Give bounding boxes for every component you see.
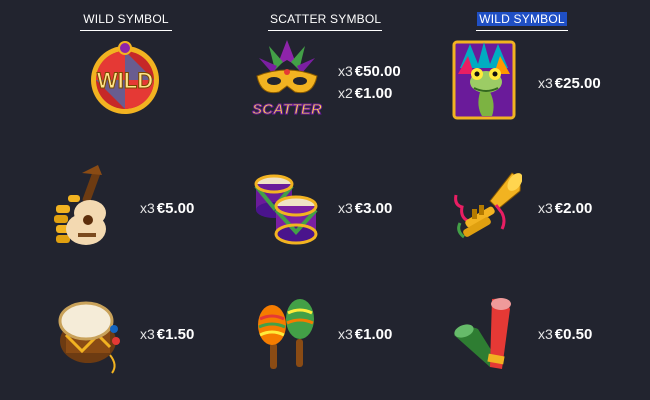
scatter-text: SCATTER xyxy=(252,101,322,118)
header-wild-symbol-selected: WILD SYMBOL xyxy=(476,12,568,31)
header-underline xyxy=(80,30,172,31)
frog-wild-icon xyxy=(452,38,532,120)
trumpet-icon xyxy=(450,165,530,245)
carnival-mask-scatter-icon: SCATTER xyxy=(247,36,327,119)
tambourine-paytable: x3 €1.50 xyxy=(140,323,194,345)
pay-row: x3 €2.00 xyxy=(538,197,592,219)
header-label: SCATTER SYMBOL xyxy=(270,12,382,26)
pay-multiplier: x3 xyxy=(338,200,353,216)
horns-paytable: x3 €0.50 xyxy=(538,323,592,345)
pay-multiplier: x3 xyxy=(140,326,155,342)
trumpet-paytable: x3 €2.00 xyxy=(538,197,592,219)
pay-row: x3 €1.00 xyxy=(338,323,392,345)
pay-amount: €2.00 xyxy=(554,200,593,217)
pay-row: x2 €1.00 xyxy=(338,82,401,104)
pay-amount: €25.00 xyxy=(554,75,601,92)
scatter-paytable: x3 €50.00 x2 €1.00 xyxy=(338,60,401,104)
wild-text: WILD xyxy=(97,68,153,93)
maracas-paytable: x3 €1.00 xyxy=(338,323,392,345)
pay-multiplier: x3 xyxy=(538,200,553,216)
guitar-icon xyxy=(52,165,132,245)
wild-medallion-icon: WILD xyxy=(85,38,165,118)
pay-amount: €1.00 xyxy=(354,85,393,102)
header-wild-symbol: WILD SYMBOL xyxy=(80,12,172,31)
pay-multiplier: x3 xyxy=(538,75,553,91)
pay-multiplier: x3 xyxy=(140,200,155,216)
header-underline xyxy=(268,30,382,31)
pay-multiplier: x2 xyxy=(338,85,353,101)
drums-paytable: x3 €3.00 xyxy=(338,197,392,219)
pay-row: x3 €3.00 xyxy=(338,197,392,219)
pay-multiplier: x3 xyxy=(338,326,353,342)
pay-row: x3 €0.50 xyxy=(538,323,592,345)
guitar-paytable: x3 €5.00 xyxy=(140,197,194,219)
header-scatter-symbol: SCATTER SYMBOL xyxy=(268,12,382,31)
pay-row: x3 €5.00 xyxy=(140,197,194,219)
tambourine-drum-icon xyxy=(52,295,132,375)
party-horns-icon xyxy=(450,295,530,375)
pay-amount: €5.00 xyxy=(156,200,195,217)
pay-multiplier: x3 xyxy=(338,63,353,79)
pay-amount: €50.00 xyxy=(354,63,401,80)
frog-paytable: x3 €25.00 xyxy=(538,72,601,94)
maracas-icon xyxy=(252,295,332,375)
pay-multiplier: x3 xyxy=(538,326,553,342)
pay-row: x3 €50.00 xyxy=(338,60,401,82)
pay-row: x3 €25.00 xyxy=(538,72,601,94)
header-underline xyxy=(476,30,568,31)
header-label: WILD SYMBOL xyxy=(83,12,169,26)
header-label: WILD SYMBOL xyxy=(477,12,567,26)
drums-icon xyxy=(250,170,330,250)
pay-row: x3 €1.50 xyxy=(140,323,194,345)
pay-amount: €1.50 xyxy=(156,326,195,343)
pay-amount: €0.50 xyxy=(554,326,593,343)
pay-amount: €3.00 xyxy=(354,200,393,217)
pay-amount: €1.00 xyxy=(354,326,393,343)
